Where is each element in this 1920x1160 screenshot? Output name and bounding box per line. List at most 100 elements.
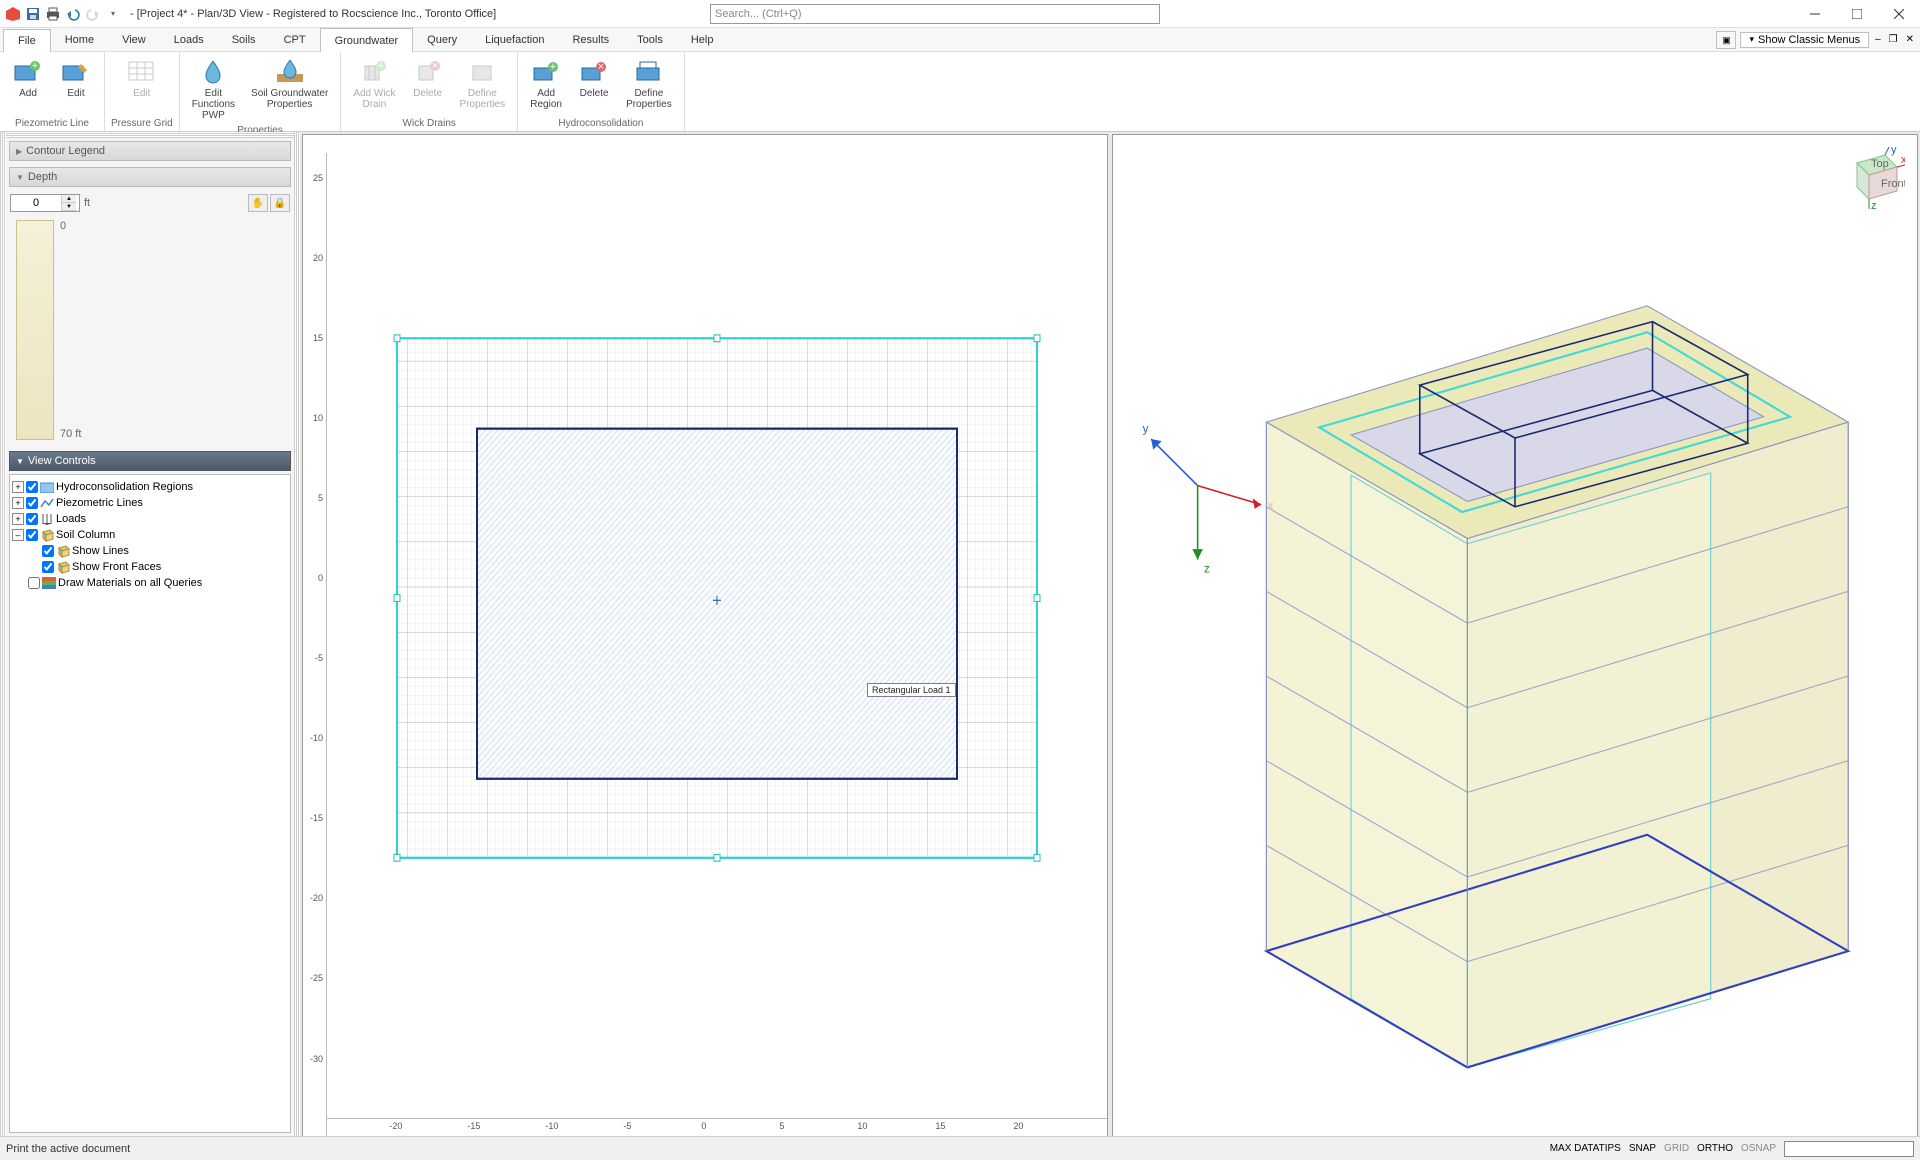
svg-text:+: + [378,60,384,72]
menu-results[interactable]: Results [558,28,623,51]
toggle-ortho[interactable]: ORTHO [1697,1143,1733,1154]
chk-show-front[interactable] [42,561,54,573]
menu-loads[interactable]: Loads [160,28,218,51]
menu-file[interactable]: File [3,29,51,52]
define-hydro-properties-button[interactable]: DefineProperties [620,54,678,116]
menu-tools[interactable]: Tools [623,28,677,51]
svg-text:Top: Top [1871,158,1889,170]
ruler-vertical: 25 20 15 10 5 0 -5 -10 -15 -20 -25 -30 [303,153,327,1154]
depth-slider-track[interactable] [16,220,54,440]
chk-hydro[interactable] [26,481,38,493]
tree-label: Soil Column [56,529,115,541]
edit-functions-pwp-button[interactable]: EditFunctionsPWP [186,54,241,123]
menu-soils[interactable]: Soils [218,28,270,51]
group-hydroconsolidation: Hydroconsolidation [558,116,643,131]
minimize-button[interactable] [1794,0,1836,28]
mdi-close-icon[interactable]: ✕ [1904,34,1916,45]
menu-view[interactable]: View [108,28,160,51]
add-piezometric-button[interactable]: +Add [6,54,50,116]
tree-label: Piezometric Lines [56,497,143,509]
tree-toggle[interactable]: + [12,481,24,493]
spin-down-icon[interactable]: ▼ [62,203,76,211]
menu-cpt[interactable]: CPT [270,28,320,51]
svg-text:Front: Front [1881,178,1905,190]
qat-customize-icon[interactable]: ▾ [104,5,122,23]
edit-pressure-grid-button[interactable]: Edit [120,54,164,116]
add-wick-drain-button[interactable]: +Add WickDrain [347,54,401,116]
chk-soil-column[interactable] [26,529,38,541]
loads-icon [40,512,54,526]
maximize-button[interactable] [1836,0,1878,28]
slider-top-label: 0 [60,220,81,232]
panel-grip-top[interactable] [6,132,294,138]
show-classic-menus-button[interactable]: ▾Show Classic Menus [1740,32,1869,48]
group-wick-drains: Wick Drains [403,116,456,131]
plan-view[interactable]: 25 20 15 10 5 0 -5 -10 -15 -20 -25 -30 [302,134,1108,1155]
delete-hydro-region-button[interactable]: ×Delete [572,54,616,116]
materials-icon [42,576,56,590]
tree-label: Hydroconsolidation Regions [56,481,193,493]
menu-home[interactable]: Home [51,28,108,51]
svg-text:y: y [1143,423,1149,436]
search-input[interactable]: Search... (Ctrl+Q) [710,4,1160,24]
load-label: Rectangular Load 1 [867,683,956,697]
svg-text:z: z [1871,200,1877,211]
depth-header[interactable]: ▼Depth [9,167,291,187]
print-icon[interactable] [44,5,62,23]
menu-help[interactable]: Help [677,28,728,51]
cube-icon [56,544,70,558]
svg-text:z: z [1204,562,1210,575]
view-controls-tree[interactable]: + Hydroconsolidation Regions + Piezometric… [9,474,291,1133]
tree-label: Draw Materials on all Queries [58,577,202,589]
group-piezometric: Piezometric Line [15,116,89,131]
spin-up-icon[interactable]: ▲ [62,195,76,203]
status-message: Print the active document [6,1143,130,1155]
depth-unit: ft [84,197,90,209]
chk-show-lines[interactable] [42,545,54,557]
toggle-maxdatatips[interactable]: MAX DATATIPS [1550,1143,1621,1154]
chk-piezo[interactable] [26,497,38,509]
menu-groundwater[interactable]: Groundwater [320,28,414,52]
view-controls-header[interactable]: ▼View Controls [9,451,291,471]
view-cube[interactable]: Front Top x y z [1841,147,1905,211]
contour-legend-header[interactable]: ▶Contour Legend [9,141,291,161]
app-icon [4,5,22,23]
3d-view[interactable]: x y z [1112,134,1918,1155]
add-hydro-region-button[interactable]: +AddRegion [524,54,568,116]
command-input[interactable] [1784,1141,1914,1157]
depth-lock-icon[interactable]: 🔒 [270,194,290,212]
chk-draw-materials[interactable] [28,577,40,589]
define-wick-properties-button[interactable]: DefineProperties [454,54,512,116]
menu-liquefaction[interactable]: Liquefaction [471,28,558,51]
toggle-snap[interactable]: SNAP [1629,1143,1656,1154]
toggle-osnap[interactable]: OSNAP [1741,1143,1776,1154]
svg-text:×: × [598,61,604,73]
svg-text:y: y [1891,147,1897,156]
edit-piezometric-button[interactable]: Edit [54,54,98,116]
chk-loads[interactable] [26,513,38,525]
redo-icon[interactable] [84,5,102,23]
delete-wick-drain-button[interactable]: ×Delete [406,54,450,116]
ruler-horizontal: -20 -15 -10 -5 0 5 10 15 20 [327,1118,1107,1136]
depth-spinner[interactable]: ▲▼ [10,194,80,212]
tree-label: Loads [56,513,86,525]
depth-input[interactable] [11,197,61,209]
mdi-minimize-icon[interactable]: – [1873,34,1883,45]
save-icon[interactable] [24,5,42,23]
ribbon-display-options-icon[interactable]: ▣ [1716,31,1736,49]
depth-hand-icon[interactable]: ✋ [248,194,268,212]
close-button[interactable] [1878,0,1920,28]
svg-text:+: + [550,61,556,73]
menu-query[interactable]: Query [413,28,471,51]
undo-icon[interactable] [64,5,82,23]
tree-label: Show Front Faces [72,561,161,573]
mdi-restore-icon[interactable]: ❐ [1887,34,1900,45]
toggle-grid[interactable]: GRID [1664,1143,1689,1154]
tree-toggle[interactable]: + [12,513,24,525]
soil-groundwater-properties-button[interactable]: Soil GroundwaterProperties [245,54,334,123]
piezo-icon [40,496,54,510]
tree-toggle[interactable]: – [12,529,24,541]
tree-toggle[interactable]: + [12,497,24,509]
cube-icon [56,560,70,574]
svg-text:+: + [32,60,38,72]
